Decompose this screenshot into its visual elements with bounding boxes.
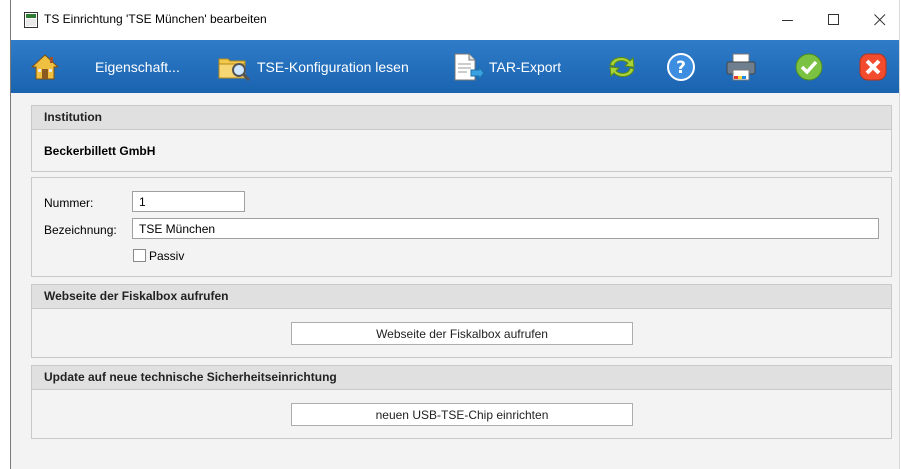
printer-icon [726, 53, 756, 80]
help-button[interactable]: ? [666, 40, 696, 93]
institution-panel: Institution Beckerbillett GmbH [31, 105, 892, 172]
nummer-input[interactable] [132, 191, 245, 212]
bezeichnung-label: Bezeichnung: [44, 223, 117, 237]
tse-konfiguration-label: TSE-Konfiguration lesen [257, 58, 409, 75]
details-panel: Nummer: Bezeichnung: Passiv [31, 177, 892, 277]
cancel-icon [859, 53, 887, 80]
tse-konfiguration-button[interactable]: TSE-Konfiguration lesen [217, 40, 409, 93]
folder-search-icon [218, 58, 251, 81]
setup-usb-tse-button[interactable]: neuen USB-TSE-Chip einrichten [291, 403, 633, 426]
home-button[interactable] [31, 40, 59, 93]
tar-export-label: TAR-Export [489, 58, 562, 75]
house-icon [31, 53, 59, 79]
window-title: TS Einrichtung 'TSE München' bearbeiten [44, 12, 267, 26]
refresh-icon [609, 56, 635, 77]
refresh-button[interactable] [606, 40, 638, 93]
save-confirm-button[interactable] [794, 40, 824, 93]
svg-text:?: ? [676, 58, 686, 78]
passiv-checkbox[interactable] [133, 249, 146, 262]
cancel-button[interactable] [858, 40, 888, 93]
website-panel: Webseite der Fiskalbox aufrufen Webseite… [31, 284, 892, 358]
bezeichnung-input[interactable] [132, 218, 879, 239]
institution-name: Beckerbillett GmbH [44, 144, 156, 158]
close-icon [874, 14, 886, 26]
maximize-icon [828, 14, 839, 25]
nummer-label: Nummer: [44, 196, 94, 210]
institution-header: Institution [32, 106, 891, 130]
passiv-label: Passiv [149, 249, 185, 263]
title-bar: TS Einrichtung 'TSE München' bearbeiten [11, 0, 899, 40]
website-header: Webseite der Fiskalbox aufrufen [32, 285, 891, 309]
eigenschaft-label: Eigenschaft... [95, 58, 180, 75]
open-website-button[interactable]: Webseite der Fiskalbox aufrufen [291, 322, 633, 345]
update-panel: Update auf neue technische Sicherheitsei… [31, 365, 892, 439]
print-button[interactable] [725, 40, 757, 93]
confirm-icon [795, 53, 823, 80]
minimize-icon [782, 20, 793, 21]
maximize-button[interactable] [815, 7, 853, 33]
eigenschaft-button[interactable]: Eigenschaft... [95, 40, 180, 93]
update-header: Update auf neue technische Sicherheitsei… [32, 366, 891, 390]
minimize-button[interactable] [769, 7, 807, 33]
app-icon [24, 12, 38, 28]
edit-dialog-window: TS Einrichtung 'TSE München' bearbeiten … [10, 0, 900, 469]
document-export-icon [454, 53, 485, 80]
close-window-button[interactable] [861, 7, 899, 33]
toolbar: Eigenschaft... TSE-Konfiguration lesen T… [11, 40, 899, 93]
help-icon: ? [667, 52, 695, 81]
tar-export-button[interactable]: TAR-Export [451, 40, 561, 93]
